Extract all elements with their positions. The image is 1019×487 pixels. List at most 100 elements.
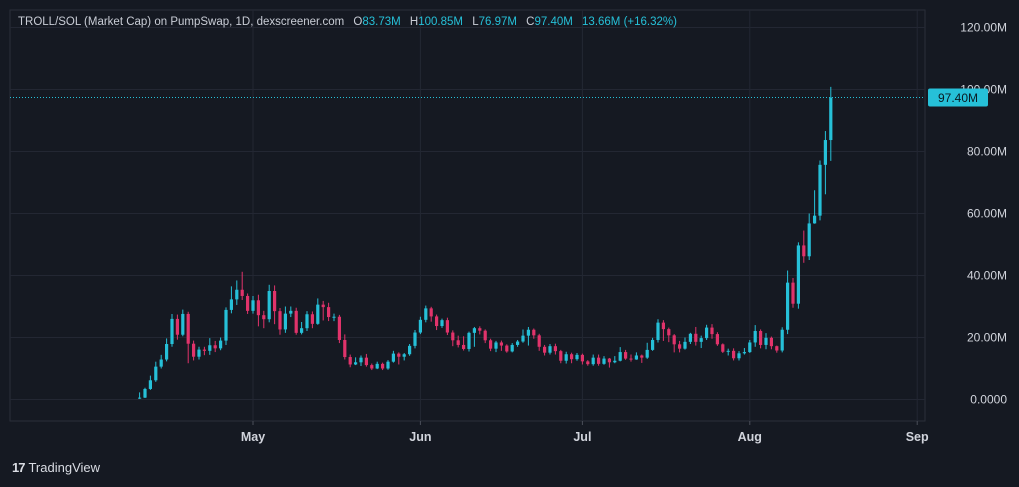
candle[interactable] — [224, 307, 228, 345]
candle[interactable] — [624, 349, 628, 360]
candle[interactable] — [391, 350, 395, 363]
candle[interactable] — [737, 351, 741, 361]
candle[interactable] — [764, 333, 768, 350]
candle[interactable] — [597, 354, 601, 366]
candle[interactable] — [462, 336, 466, 351]
candle[interactable] — [370, 363, 374, 371]
candle[interactable] — [591, 354, 595, 366]
candle[interactable] — [526, 326, 530, 346]
tradingview-brand[interactable]: TradingView — [28, 460, 100, 475]
candle[interactable] — [537, 333, 541, 351]
candle[interactable] — [602, 356, 606, 365]
candle[interactable] — [354, 357, 358, 366]
candle[interactable] — [791, 277, 795, 308]
candle[interactable] — [445, 317, 449, 336]
candle[interactable] — [823, 131, 827, 195]
candle[interactable] — [710, 324, 714, 339]
candle[interactable] — [748, 339, 752, 353]
candle[interactable] — [440, 318, 444, 328]
candle[interactable] — [483, 329, 487, 344]
candle[interactable] — [570, 352, 574, 364]
candle[interactable] — [472, 326, 476, 347]
candle[interactable] — [688, 332, 692, 345]
candlestick-chart[interactable]: 0.000020.00M40.00M60.00M80.00M100.00M120… — [0, 0, 1019, 487]
candle[interactable] — [192, 340, 196, 361]
candle[interactable] — [521, 329, 525, 343]
candle[interactable] — [505, 344, 509, 353]
candle[interactable] — [753, 325, 757, 347]
candle[interactable] — [607, 357, 611, 368]
candle[interactable] — [629, 354, 633, 362]
candle[interactable] — [364, 353, 368, 367]
candle[interactable] — [553, 343, 557, 355]
candle[interactable] — [138, 392, 142, 399]
candle[interactable] — [802, 230, 806, 263]
candle[interactable] — [769, 336, 773, 350]
candle[interactable] — [283, 306, 287, 333]
candle[interactable] — [159, 354, 163, 369]
candle[interactable] — [645, 342, 649, 359]
candle[interactable] — [759, 329, 763, 349]
candle[interactable] — [413, 330, 417, 349]
candle[interactable] — [294, 307, 298, 335]
candle[interactable] — [381, 362, 385, 371]
candle[interactable] — [278, 308, 282, 335]
candle[interactable] — [154, 361, 158, 382]
candle[interactable] — [564, 351, 568, 364]
candle[interactable] — [510, 343, 514, 353]
candle[interactable] — [424, 305, 428, 323]
candle[interactable] — [667, 327, 671, 343]
candle[interactable] — [721, 343, 725, 353]
candle[interactable] — [305, 311, 309, 331]
candle[interactable] — [267, 284, 271, 323]
candle[interactable] — [672, 334, 676, 353]
candle[interactable] — [813, 190, 817, 224]
candle[interactable] — [780, 327, 784, 353]
candle[interactable] — [775, 345, 779, 353]
candle[interactable] — [494, 340, 498, 353]
candle[interactable] — [186, 311, 190, 364]
candle[interactable] — [213, 340, 217, 353]
candle[interactable] — [742, 348, 746, 355]
candle[interactable] — [256, 294, 260, 327]
candle[interactable] — [386, 360, 390, 370]
candle[interactable] — [435, 314, 439, 331]
candle[interactable] — [683, 337, 687, 350]
candle[interactable] — [208, 338, 212, 355]
candle[interactable] — [197, 346, 201, 360]
candle[interactable] — [732, 348, 736, 361]
candle[interactable] — [148, 375, 152, 390]
candle[interactable] — [543, 344, 547, 356]
candle[interactable] — [332, 313, 336, 322]
candle[interactable] — [202, 346, 206, 356]
candle[interactable] — [143, 387, 147, 398]
candle[interactable] — [575, 353, 579, 361]
candle[interactable] — [786, 270, 790, 335]
candle[interactable] — [705, 324, 709, 340]
candle[interactable] — [678, 340, 682, 353]
candle[interactable] — [656, 319, 660, 343]
candle[interactable] — [634, 352, 638, 360]
candle[interactable] — [289, 306, 293, 318]
candle[interactable] — [321, 300, 325, 321]
candle[interactable] — [618, 347, 622, 362]
candle[interactable] — [451, 330, 455, 347]
candle[interactable] — [516, 339, 520, 347]
candle[interactable] — [640, 354, 644, 363]
candle[interactable] — [337, 314, 341, 344]
candle[interactable] — [586, 360, 590, 366]
candle[interactable] — [165, 338, 169, 362]
candle[interactable] — [175, 314, 179, 340]
candle[interactable] — [715, 332, 719, 346]
candle[interactable] — [359, 355, 363, 367]
candle[interactable] — [300, 322, 304, 335]
candle[interactable] — [694, 326, 698, 346]
candle[interactable] — [316, 298, 320, 325]
candle[interactable] — [807, 213, 811, 261]
chart-container[interactable]: 0.000020.00M40.00M60.00M80.00M100.00M120… — [0, 0, 1019, 487]
candle[interactable] — [348, 354, 352, 368]
candle[interactable] — [559, 349, 563, 364]
candle[interactable] — [726, 348, 730, 356]
candle[interactable] — [651, 337, 655, 351]
candle[interactable] — [796, 242, 800, 309]
